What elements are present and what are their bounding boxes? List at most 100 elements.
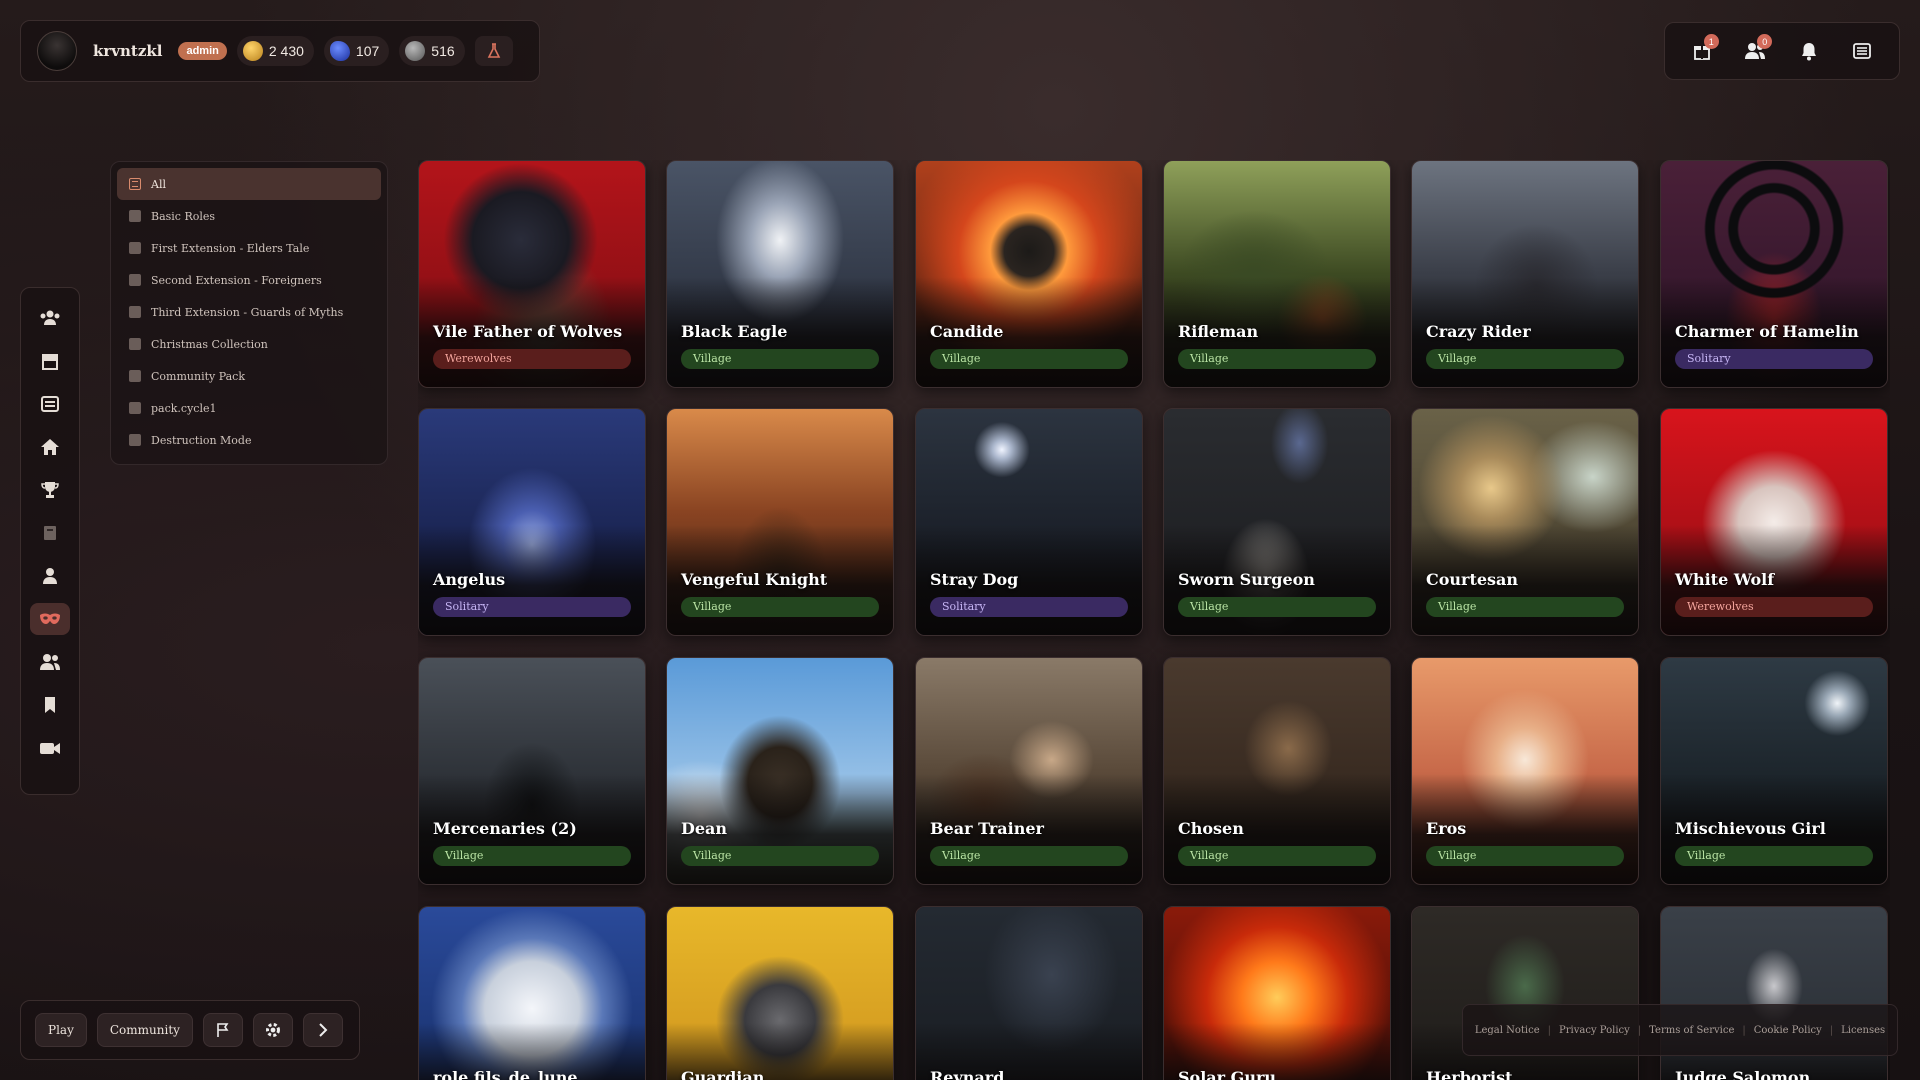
rail-profile[interactable] xyxy=(30,560,70,592)
category-basic-roles[interactable]: Basic Roles xyxy=(117,200,381,232)
category-christmas[interactable]: Christmas Collection xyxy=(117,328,381,360)
rail-players[interactable] xyxy=(30,302,70,334)
card-title: Sworn Surgeon xyxy=(1178,570,1315,589)
camp-badge: Village xyxy=(930,349,1128,369)
gem-amount: 107 xyxy=(355,43,380,59)
silver-balance[interactable]: 516 xyxy=(399,36,465,66)
rail-home[interactable] xyxy=(30,431,70,463)
role-card[interactable]: Guardian xyxy=(666,906,894,1080)
rail-list[interactable] xyxy=(30,388,70,420)
role-card[interactable]: Chosen Village xyxy=(1163,657,1391,885)
card-title: Vengeful Knight xyxy=(681,570,828,589)
gold-amount: 2 430 xyxy=(268,43,304,59)
category-label: All xyxy=(151,177,166,191)
gifts-button[interactable]: 1 xyxy=(1682,31,1722,71)
rail-bookmarks[interactable] xyxy=(30,689,70,721)
role-card[interactable]: Crazy Rider Village xyxy=(1411,160,1639,388)
licenses-link[interactable]: Licenses xyxy=(1841,1025,1885,1036)
pack-icon xyxy=(129,402,141,414)
card-title: Crazy Rider xyxy=(1426,322,1531,341)
news-button[interactable] xyxy=(1842,31,1882,71)
terms-of-service-link[interactable]: Terms of Service xyxy=(1649,1025,1734,1036)
friends-count-badge: 0 xyxy=(1757,34,1773,49)
category-third-extension[interactable]: Third Extension - Guards of Myths xyxy=(117,296,381,328)
privacy-policy-link[interactable]: Privacy Policy xyxy=(1559,1025,1630,1036)
home-icon xyxy=(41,439,59,455)
card-title: Solar Guru xyxy=(1178,1068,1277,1080)
camp-badge: Village xyxy=(930,846,1128,866)
rail-roles[interactable] xyxy=(30,603,70,635)
role-card[interactable]: Angelus Solitary xyxy=(418,408,646,636)
camp-badge: Village xyxy=(681,846,879,866)
bottom-controls: Play Community xyxy=(20,1000,360,1060)
role-card[interactable]: Mercenaries (2) Village xyxy=(418,657,646,885)
rail-trophies[interactable] xyxy=(30,474,70,506)
settings-button[interactable] xyxy=(252,1013,293,1047)
profile-icon xyxy=(43,568,57,584)
play-button[interactable]: Play xyxy=(35,1013,87,1047)
gold-balance[interactable]: 2 430 xyxy=(236,36,314,66)
camp-badge: Werewolves xyxy=(1675,597,1873,617)
gem-balance[interactable]: 107 xyxy=(323,36,390,66)
pack-icon xyxy=(129,274,141,286)
role-card[interactable]: Mischievous Girl Village xyxy=(1660,657,1888,885)
book-icon xyxy=(44,526,56,540)
category-pack-cycle1[interactable]: pack.cycle1 xyxy=(117,392,381,424)
role-card[interactable]: Black Eagle Village xyxy=(666,160,894,388)
header-actions: 1 0 xyxy=(1664,22,1900,80)
card-title: Charmer of Hamelin xyxy=(1675,322,1859,341)
notifications-button[interactable] xyxy=(1789,31,1829,71)
flask-button[interactable] xyxy=(474,36,513,66)
role-card[interactable]: Charmer of Hamelin Solitary xyxy=(1660,160,1888,388)
role-card[interactable]: Candide Village xyxy=(915,160,1143,388)
friends-button[interactable]: 0 xyxy=(1735,31,1775,71)
category-all[interactable]: All xyxy=(117,168,381,200)
role-card[interactable]: Courtesan Village xyxy=(1411,408,1639,636)
card-title: Reynard xyxy=(930,1068,1005,1080)
role-card[interactable]: Sworn Surgeon Village xyxy=(1163,408,1391,636)
grid-icon xyxy=(129,178,141,190)
card-title: Candide xyxy=(930,322,1004,341)
role-card[interactable]: Dean Village xyxy=(666,657,894,885)
rail-shop[interactable] xyxy=(30,345,70,377)
community-button[interactable]: Community xyxy=(96,1013,193,1047)
rail-groups[interactable] xyxy=(30,646,70,678)
video-icon xyxy=(40,743,60,754)
rail-book[interactable] xyxy=(30,517,70,549)
username[interactable]: krvntzkl xyxy=(93,42,162,60)
cookie-policy-link[interactable]: Cookie Policy xyxy=(1754,1025,1822,1036)
category-first-extension[interactable]: First Extension - Elders Tale xyxy=(117,232,381,264)
role-card[interactable]: Reynard xyxy=(915,906,1143,1080)
role-card[interactable]: Eros Village xyxy=(1411,657,1639,885)
card-title: Stray Dog xyxy=(930,570,1019,589)
pack-icon xyxy=(129,210,141,222)
pack-icon xyxy=(129,242,141,254)
report-button[interactable] xyxy=(202,1013,243,1047)
camp-badge: Village xyxy=(433,846,631,866)
category-destruction-mode[interactable]: Destruction Mode xyxy=(117,424,381,456)
camp-badge: Solitary xyxy=(930,597,1128,617)
role-card[interactable]: Vile Father of Wolves Werewolves xyxy=(418,160,646,388)
rail-videos[interactable] xyxy=(30,732,70,764)
legal-notice-link[interactable]: Legal Notice xyxy=(1475,1025,1540,1036)
group-icon xyxy=(40,654,60,670)
pack-icon xyxy=(129,370,141,382)
gem-icon xyxy=(329,41,350,61)
expand-button[interactable] xyxy=(302,1013,343,1047)
gear-icon xyxy=(265,1023,280,1037)
role-card[interactable]: Vengeful Knight Village xyxy=(666,408,894,636)
role-card[interactable]: Solar Guru xyxy=(1163,906,1391,1080)
flag-icon xyxy=(217,1023,229,1037)
role-card[interactable]: Rifleman Village xyxy=(1163,160,1391,388)
role-card[interactable]: Bear Trainer Village xyxy=(915,657,1143,885)
role-card[interactable]: Stray Dog Solitary xyxy=(915,408,1143,636)
flask-icon xyxy=(487,43,500,58)
avatar[interactable] xyxy=(37,31,77,71)
pack-icon xyxy=(129,338,141,350)
category-second-extension[interactable]: Second Extension - Foreigners xyxy=(117,264,381,296)
camp-badge: Village xyxy=(1426,349,1624,369)
role-card[interactable]: White Wolf Werewolves xyxy=(1660,408,1888,636)
user-bar: krvntzkl admin 2 430 107 516 xyxy=(20,20,540,82)
role-card[interactable]: role.fils_de_lune xyxy=(418,906,646,1080)
category-community-pack[interactable]: Community Pack xyxy=(117,360,381,392)
